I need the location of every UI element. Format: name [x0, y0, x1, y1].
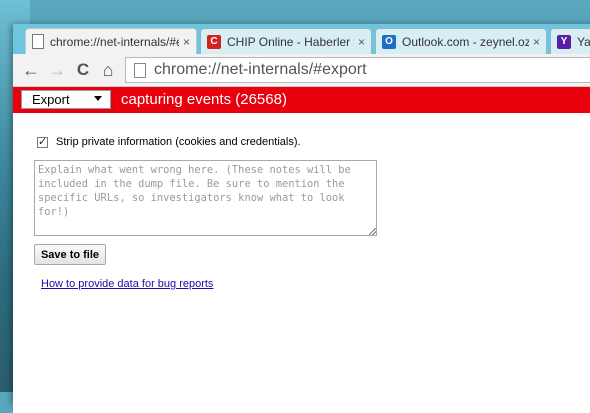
capture-status: capturing events (26568) — [121, 91, 287, 108]
browser-toolbar: ← → C ⌂ chrome://net-internals/#export — [13, 54, 590, 87]
tab-outlook[interactable]: O Outlook.com - zeynel.oztu × — [375, 28, 547, 54]
yahoo-icon: Y — [557, 34, 571, 49]
tab-title: Ya — [577, 34, 590, 49]
chip-icon: C — [207, 34, 221, 49]
tab-chip-online[interactable]: C CHIP Online - Haberler ve × — [200, 28, 372, 54]
view-selector[interactable]: Export — [21, 90, 111, 109]
forward-arrow-icon[interactable]: → — [47, 60, 67, 80]
page-icon — [32, 34, 44, 49]
bug-report-help-link[interactable]: How to provide data for bug reports — [41, 278, 213, 290]
tab-net-internals[interactable]: chrome://net-internals/#e × — [25, 28, 197, 54]
back-arrow-icon[interactable]: ← — [21, 60, 41, 80]
chevron-down-icon — [94, 96, 102, 101]
resize-grip-icon[interactable] — [369, 228, 376, 235]
tab-title: CHIP Online - Haberler ve — [227, 34, 354, 49]
address-url: chrome://net-internals/#export — [154, 61, 367, 78]
view-selector-value: Export — [32, 92, 70, 107]
tab-title: Outlook.com - zeynel.oztu — [402, 34, 529, 49]
page-icon — [134, 62, 146, 78]
outlook-icon: O — [382, 34, 396, 49]
strip-private-label: Strip private information (cookies and c… — [56, 136, 301, 148]
tab-yahoo[interactable]: Y Ya — [550, 28, 590, 54]
strip-private-checkbox[interactable] — [37, 135, 48, 148]
tab-strip: chrome://net-internals/#e × C CHIP Onlin… — [13, 24, 590, 54]
save-to-file-button[interactable]: Save to file — [34, 244, 106, 265]
export-panel: Strip private information (cookies and c… — [13, 113, 590, 413]
home-icon[interactable]: ⌂ — [98, 60, 118, 80]
strip-private-row: Strip private information (cookies and c… — [37, 135, 301, 148]
close-icon[interactable]: × — [358, 35, 365, 49]
bug-notes-textarea[interactable] — [34, 160, 377, 236]
net-internals-topbar: Export capturing events (26568) — [13, 87, 590, 113]
browser-window: chrome://net-internals/#e × C CHIP Onlin… — [13, 24, 590, 413]
close-icon[interactable]: × — [533, 35, 540, 49]
tab-title: chrome://net-internals/#e — [50, 34, 179, 49]
close-icon[interactable]: × — [183, 35, 190, 49]
address-bar[interactable]: chrome://net-internals/#export — [125, 57, 590, 83]
reload-icon[interactable]: C — [73, 60, 93, 80]
